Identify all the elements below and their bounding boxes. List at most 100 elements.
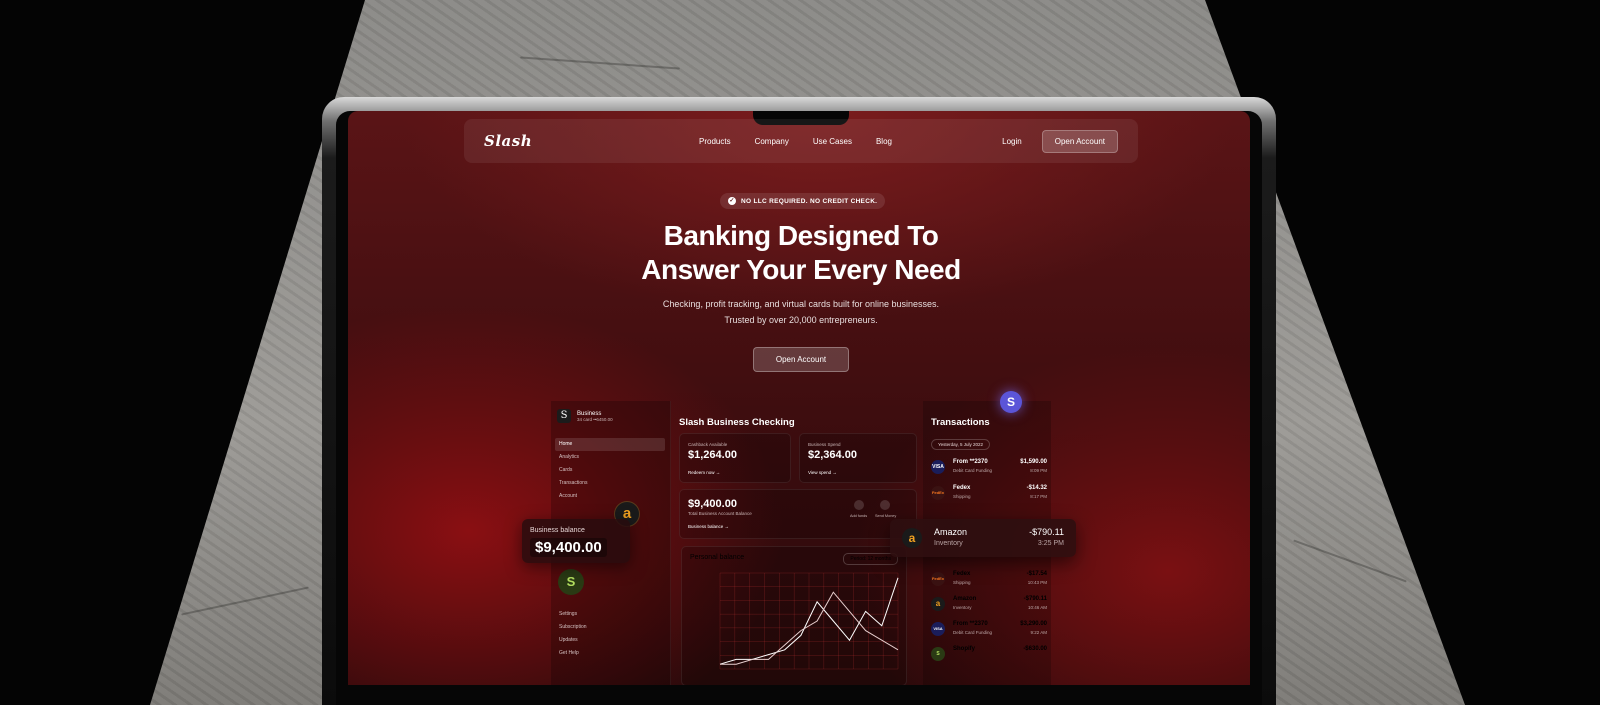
tx-amount: -$17.54 [1026, 571, 1047, 577]
transactions-date: Yesterday, 5 July 2022 [931, 439, 991, 450]
sidebar-item-home[interactable]: Home [555, 438, 665, 451]
balance-card: $9,400.00 Total Business Account Balance… [679, 489, 917, 539]
tx-name: From **2370 [953, 621, 988, 627]
personal-balance-card: Personal balance Period: 12 months [681, 546, 907, 685]
tx-name: Fedex [953, 571, 971, 577]
hero-title-line2: Answer Your Every Need [641, 254, 961, 285]
redeem-link[interactable]: Redeem now → [688, 470, 720, 475]
slash-logo-icon: S [557, 409, 571, 423]
sidebar-item-transactions[interactable]: Transactions [555, 477, 665, 490]
brand-logo[interactable]: Slash [484, 132, 694, 150]
spend-label: Business Spend [808, 442, 841, 447]
sidebar-item-analytics[interactable]: Analytics [555, 451, 665, 464]
checking-title: Slash Business Checking [679, 417, 795, 428]
top-navbar: Slash Products Company Use Cases Blog Lo… [464, 119, 1138, 163]
transactions-panel-lower: FedEx Fedex Shipping -$17.54 10:43 PM a … [923, 563, 1051, 685]
fedex-icon: FedEx [931, 486, 945, 500]
floating-balance-label: Business balance [530, 527, 585, 534]
business-balance-link[interactable]: Business balance → [688, 524, 729, 529]
transaction-row[interactable]: S Shopify -$630.00 [931, 643, 1047, 667]
amazon-icon: a [931, 597, 945, 611]
transactions-title: Transactions [931, 417, 990, 428]
tx-time: 10:46 AM [1027, 605, 1047, 610]
shopify-icon: S [558, 569, 584, 595]
hero-title-line1: Banking Designed To [663, 220, 939, 251]
tx-category: Debit Card Funding [953, 468, 993, 473]
nav-links: Products Company Use Cases Blog [699, 137, 892, 146]
hero-subtitle: Checking, profit tracking, and virtual c… [348, 296, 1250, 328]
tx-name: From **2370 [953, 459, 988, 465]
tx-amount: $1,590.00 [1020, 459, 1047, 465]
floating-tx-amount: -$790.11 [1029, 527, 1064, 537]
floating-balance-value: $9,400.00 [530, 538, 607, 557]
fedex-icon: FedEx [931, 572, 945, 586]
amazon-icon: a [902, 528, 922, 548]
slash-s-icon: S [1000, 391, 1022, 413]
transaction-row[interactable]: VISA From **2370 Debit Card Funding $1,5… [931, 456, 1047, 480]
scene: Slash Products Company Use Cases Blog Lo… [0, 0, 1600, 705]
laptop: Slash Products Company Use Cases Blog Lo… [322, 97, 1276, 705]
no-llc-badge: ✓ NO LLC REQUIRED. NO CREDIT CHECK. [720, 193, 886, 209]
shopify-icon: S [931, 647, 945, 661]
floating-tx-time: 3:25 PM [1037, 540, 1064, 547]
tx-category: Shipping [953, 580, 971, 585]
spend-value: $2,364.00 [808, 449, 857, 461]
tx-category: Debit Card Funding [953, 630, 993, 635]
sidebar-item-account[interactable]: Account [555, 490, 665, 503]
visa-icon: VISA [931, 460, 945, 474]
add-funds-label: Add funds [850, 514, 868, 518]
sidebar-item-cards[interactable]: Cards [555, 464, 665, 477]
laptop-screen: Slash Products Company Use Cases Blog Lo… [348, 111, 1250, 685]
chart-grid [719, 572, 899, 670]
tx-time: 8:09 PM [1030, 468, 1047, 473]
transaction-row[interactable]: VISA From **2370 Debit Card Funding $3,2… [931, 618, 1047, 642]
nav-link-use-cases[interactable]: Use Cases [813, 137, 852, 146]
view-spend-link[interactable]: View spend → [808, 470, 837, 475]
send-money-label: Send Money [875, 514, 897, 518]
nav-link-company[interactable]: Company [755, 137, 789, 146]
sidebar-menu: Home Analytics Cards Transactions Accoun… [555, 438, 665, 503]
tx-name: Amazon [953, 596, 977, 602]
tx-name: Shopify [953, 646, 975, 652]
floating-balance-card: Business balance $9,400.00 [522, 519, 630, 563]
sidebar-item-subscription[interactable]: Subscription [559, 621, 587, 634]
sidebar-item-settings[interactable]: Settings [559, 608, 587, 621]
spend-card: Business Spend $2,364.00 View spend → [799, 433, 917, 483]
floating-tx-category: Inventory [934, 540, 963, 547]
tx-amount: -$790.11 [1023, 596, 1047, 602]
add-funds-icon[interactable] [854, 500, 864, 510]
send-money-icon[interactable] [880, 500, 890, 510]
account-switcher[interactable]: S Business 34 card ••6450.00 [557, 409, 613, 423]
login-link[interactable]: Login [1002, 137, 1022, 146]
tx-category: Inventory [953, 605, 972, 610]
sidebar-item-get-help[interactable]: Get Help [559, 647, 587, 660]
laptop-bezel: Slash Products Company Use Cases Blog Lo… [336, 111, 1262, 705]
sidebar-item-updates[interactable]: Updates [559, 634, 587, 647]
badge-text: NO LLC REQUIRED. NO CREDIT CHECK. [741, 197, 878, 205]
transaction-row[interactable]: a Amazon Inventory -$790.11 10:46 AM [931, 593, 1047, 617]
hero-subtitle-line2: Trusted by over 20,000 entrepreneurs. [724, 315, 878, 325]
nav-link-blog[interactable]: Blog [876, 137, 892, 146]
tx-amount: $3,290.00 [1020, 621, 1047, 627]
sidebar-bottom-menu: Settings Subscription Updates Get Help [559, 608, 587, 660]
transaction-row[interactable]: FedEx Fedex Shipping -$14.32 8:17 PM [931, 482, 1047, 506]
visa-icon: VISA [931, 622, 945, 636]
nav-link-products[interactable]: Products [699, 137, 731, 146]
tx-time: 10:43 PM [1027, 580, 1047, 585]
floating-tx-name: Amazon [934, 527, 968, 537]
open-account-nav-button[interactable]: Open Account [1041, 129, 1118, 153]
balance-label: Total Business Account Balance [688, 511, 752, 516]
cashback-card: Cashback Available $1,264.00 Redeem now … [679, 433, 791, 483]
tx-time: 9:22 AM [1030, 630, 1047, 635]
cashback-label: Cashback Available [688, 442, 728, 447]
tx-time: 8:17 PM [1030, 494, 1047, 499]
account-sub: 34 card ••6450.00 [577, 416, 613, 422]
open-account-cta-button[interactable]: Open Account [753, 347, 849, 372]
nav-actions: Login Open Account [1002, 129, 1118, 153]
hero-title: Banking Designed To Answer Your Every Ne… [348, 219, 1250, 287]
tx-category: Shipping [953, 494, 971, 499]
tx-amount: -$630.00 [1023, 646, 1047, 652]
transaction-row[interactable]: FedEx Fedex Shipping -$17.54 10:43 PM [931, 568, 1047, 592]
balance-chart [719, 572, 899, 670]
check-icon: ✓ [728, 197, 736, 205]
